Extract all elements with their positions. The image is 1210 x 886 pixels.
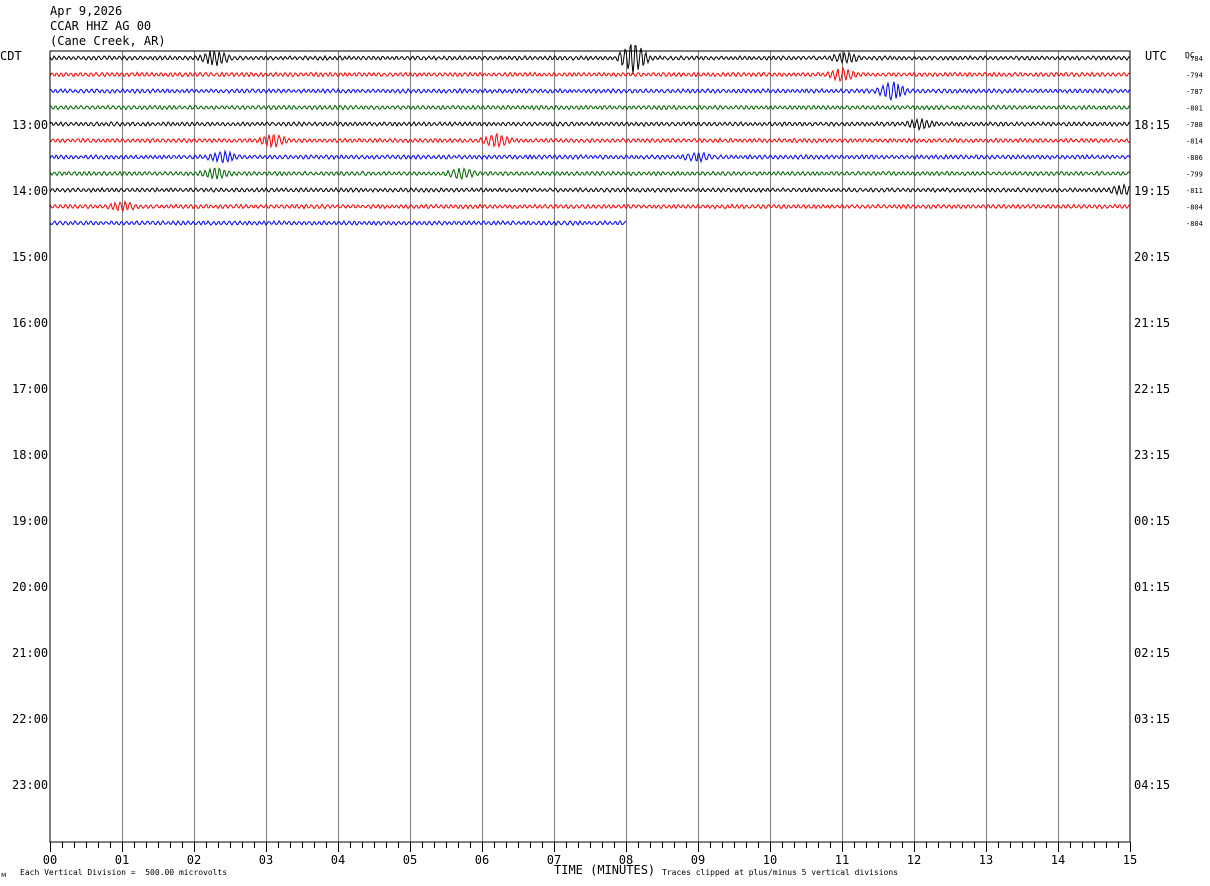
dc-offset-label: -799 <box>1186 171 1203 179</box>
utc-hour-label: 04:15 <box>1134 778 1170 792</box>
helicorder-plot: 00 01 02 03 04 05 06 07 08 09 10 11 12 13 14 1513:0014:… <box>0 44 1203 879</box>
utc-hour-label: 22:15 <box>1134 382 1170 396</box>
seismic-trace-line <box>49 104 1131 111</box>
dc-offset-label: -788 <box>1186 121 1203 129</box>
utc-hour-label: 18:15 <box>1134 118 1170 132</box>
utc-hour-label: 02:15 <box>1134 646 1170 660</box>
cdt-hour-label: 18:00 <box>12 448 48 462</box>
minute-gridlines <box>122 51 1059 842</box>
seismic-trace-line <box>49 183 1131 196</box>
x-tick-label: 15 <box>1123 853 1137 867</box>
utc-hour-label: 19:15 <box>1134 184 1170 198</box>
axis-labels: 00 01 02 03 04 05 06 07 08 09 10 11 12 13 14 1513:0014:… <box>12 55 1203 867</box>
utc-hour-label: 03:15 <box>1134 712 1170 726</box>
seismic-traces <box>49 44 1131 227</box>
cdt-hour-label: 20:00 <box>12 580 48 594</box>
cdt-hour-label: 16:00 <box>12 316 48 330</box>
cdt-hour-label: 13:00 <box>12 118 48 132</box>
clip-note: Traces clipped at plus/minus 5 vertical … <box>662 868 898 877</box>
x-tick-label: 06 <box>475 853 489 867</box>
utc-hour-label: 00:15 <box>1134 514 1170 528</box>
x-tick-label: 12 <box>907 853 921 867</box>
dc-offset-label: -801 <box>1186 105 1203 113</box>
x-tick-label: 00 <box>43 853 57 867</box>
x-tick-label: 03 <box>259 853 273 867</box>
cdt-hour-label: 22:00 <box>12 712 48 726</box>
dc-offset-label: -787 <box>1186 88 1203 96</box>
cdt-hour-label: 14:00 <box>12 184 48 198</box>
x-tick-label: 14 <box>1051 853 1065 867</box>
seismic-trace-line <box>49 81 1131 102</box>
cdt-hour-label: 19:00 <box>12 514 48 528</box>
x-tick-label: 04 <box>331 853 345 867</box>
x-tick-label: 01 <box>115 853 129 867</box>
left-axis-label-cdt: CDT <box>0 49 22 63</box>
corner-logo-mark: ᴍ <box>1 871 6 879</box>
seismic-trace-line <box>49 66 1131 83</box>
seismic-trace-line <box>49 149 1131 164</box>
scale-note: Each Vertical Division = 500.00 microvol… <box>20 868 227 877</box>
x-axis-title: TIME (MINUTES) <box>554 863 655 877</box>
x-tick-label: 13 <box>979 853 993 867</box>
right-axis-label-utc: UTC <box>1145 49 1167 63</box>
dc-column-label: DC <box>1185 51 1195 60</box>
dc-offset-label: -794 <box>1186 72 1203 80</box>
x-axis-ticks <box>50 842 1131 852</box>
x-tick-label: 09 <box>691 853 705 867</box>
seismic-trace-line <box>49 132 1131 149</box>
utc-hour-label: 01:15 <box>1134 580 1170 594</box>
utc-hour-label: 23:15 <box>1134 448 1170 462</box>
x-tick-label: 10 <box>763 853 777 867</box>
seismic-trace-line <box>49 167 1131 180</box>
x-tick-label: 11 <box>835 853 849 867</box>
dc-offset-label: -814 <box>1186 138 1203 146</box>
cdt-hour-label: 21:00 <box>12 646 48 660</box>
dc-offset-label: -804 <box>1186 220 1203 228</box>
cdt-hour-label: 23:00 <box>12 778 48 792</box>
dc-offset-label: -811 <box>1186 187 1203 195</box>
cdt-hour-label: 15:00 <box>12 250 48 264</box>
dc-offset-label: -804 <box>1186 204 1203 212</box>
seismic-trace-line <box>49 44 1131 75</box>
dc-offset-label: -806 <box>1186 154 1203 162</box>
plot-frame <box>49 50 1131 843</box>
seismic-trace-line <box>49 200 1131 213</box>
utc-hour-label: 21:15 <box>1134 316 1170 330</box>
cdt-hour-label: 17:00 <box>12 382 48 396</box>
x-tick-label: 05 <box>403 853 417 867</box>
seismic-trace-line <box>49 117 1131 132</box>
x-tick-label: 02 <box>187 853 201 867</box>
utc-hour-label: 20:15 <box>1134 250 1170 264</box>
